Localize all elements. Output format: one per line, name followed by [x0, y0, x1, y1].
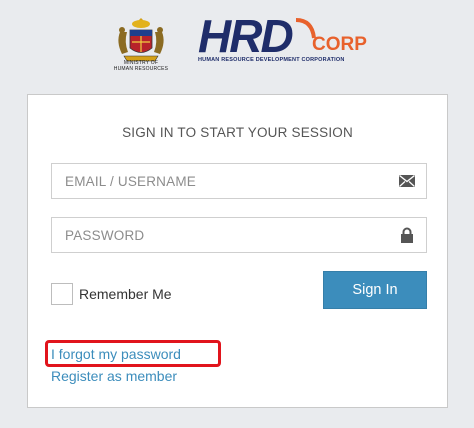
email-input[interactable]: [52, 164, 382, 198]
envelope-icon: [399, 174, 415, 187]
hrd-letters: HRD: [198, 12, 292, 62]
password-input[interactable]: [52, 218, 382, 252]
remember-me[interactable]: Remember Me: [51, 281, 172, 307]
forgot-password-link[interactable]: I forgot my password: [51, 343, 181, 365]
header-logos: MINISTRY OF HUMAN RESOURCES HRD CORP HUM…: [0, 0, 474, 82]
login-box: SIGN IN TO START YOUR SESSION Remember M…: [27, 94, 448, 408]
hrd-tagline: HUMAN RESOURCE DEVELOPMENT CORPORATION: [198, 57, 345, 63]
register-link[interactable]: Register as member: [51, 365, 181, 387]
remember-me-checkbox[interactable]: [51, 283, 73, 305]
ministry-caption: MINISTRY OF HUMAN RESOURCES: [100, 60, 182, 72]
ministry-caption-line2: HUMAN RESOURCES: [113, 66, 169, 72]
sign-in-button[interactable]: Sign In: [323, 271, 427, 309]
email-field[interactable]: [51, 163, 427, 199]
corp-text: CORP: [312, 34, 367, 55]
password-field[interactable]: [51, 217, 427, 253]
login-title: SIGN IN TO START YOUR SESSION: [122, 125, 353, 140]
remember-me-label: Remember Me: [79, 286, 172, 302]
auth-links: I forgot my password Register as member: [51, 343, 181, 387]
lock-icon: [401, 227, 413, 243]
